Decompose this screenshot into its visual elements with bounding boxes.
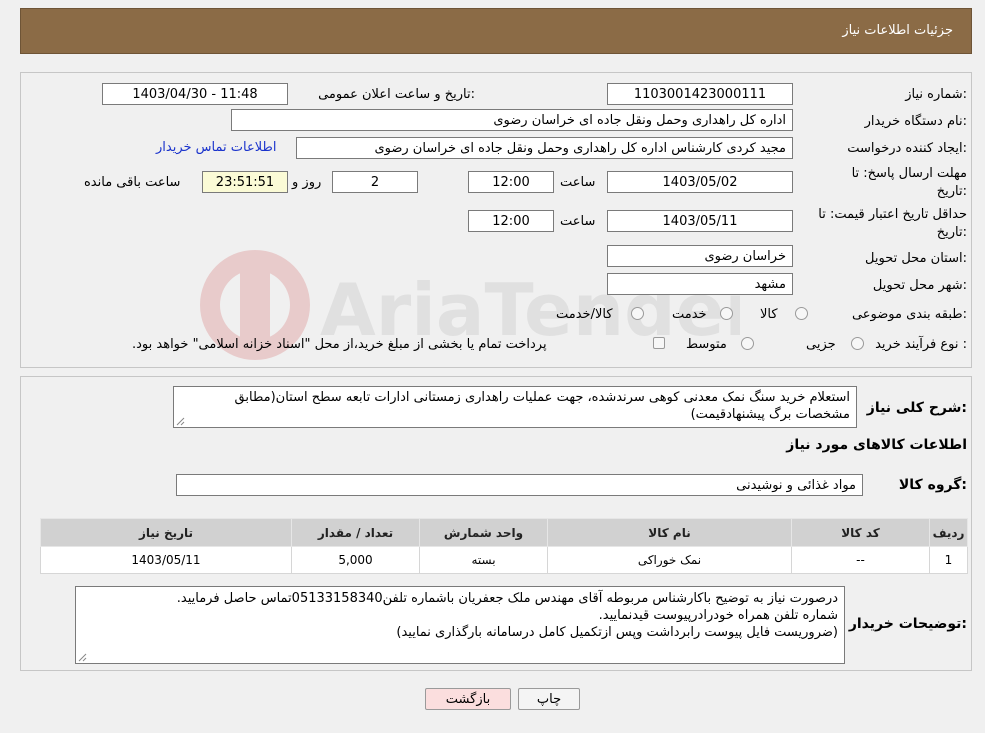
cell-code: --: [791, 546, 930, 574]
category-option-goods: کالا: [760, 307, 778, 322]
col-qty: تعداد / مقدار: [291, 518, 420, 547]
validity-label-line1: حداقل تاریخ اعتبار قیمت: تا: [818, 207, 967, 222]
category-radio-service[interactable]: [720, 307, 733, 320]
col-code: کد کالا: [791, 518, 930, 547]
resize-grip-icon[interactable]: [176, 417, 185, 426]
validity-time-label: ساعت: [560, 214, 596, 229]
deadline-label-line2: تاریخ:: [936, 184, 967, 199]
category-radio-goods-service[interactable]: [631, 307, 644, 320]
city-label: شهر محل تحویل:: [872, 278, 967, 293]
validity-time-field: 12:00: [468, 210, 554, 232]
announce-field: 1403/04/30 - 11:48: [102, 83, 288, 105]
province-field: خراسان رضوی: [607, 245, 793, 267]
buyer-notes-line-3: (ضروریست فایل پیوست رابرداشت وپس ازتکمیل…: [396, 625, 838, 640]
category-option-service: خدمت: [672, 307, 707, 322]
category-radio-goods[interactable]: [795, 307, 808, 320]
announce-label: تاریخ و ساعت اعلان عمومی:: [318, 87, 475, 102]
need-number-label: شماره نیاز:: [905, 87, 967, 102]
deadline-time-label: ساعت: [560, 175, 596, 190]
validity-date-field: 1403/05/11: [607, 210, 793, 232]
process-radio-minor[interactable]: [851, 337, 864, 350]
process-note: پرداخت تمام یا بخشی از مبلغ خرید،از محل …: [132, 337, 547, 352]
days-label: روز و: [292, 175, 322, 190]
category-label: طبقه بندی موضوعی:: [851, 307, 967, 322]
cell-name: نمک خوراکی: [547, 546, 792, 574]
need-number-field: 1103001423000111: [607, 83, 793, 105]
goods-table: ردیف کد کالا نام کالا واحد شمارش تعداد /…: [40, 518, 968, 574]
cell-unit: بسته: [419, 546, 548, 574]
creator-field: مجید کردی کارشناس اداره کل راهداری وحمل …: [296, 137, 793, 159]
deadline-label-line1: مهلت ارسال پاسخ: تا: [851, 166, 967, 181]
buyer-notes-label: توضیحات خریدار:: [848, 616, 967, 632]
city-field: مشهد: [607, 273, 793, 295]
buyer-notes-textarea[interactable]: درصورت نیاز به توضیح باکارشناس مربوطه آق…: [75, 586, 845, 664]
remaining-label: ساعت باقی مانده: [84, 175, 181, 190]
remaining-time-field: 23:51:51: [202, 171, 288, 193]
description-textarea[interactable]: استعلام خرید سنگ نمک معدنی کوهی سرندشده،…: [173, 386, 857, 428]
goods-group-field: مواد غذائی و نوشیدنی: [176, 474, 863, 496]
back-button[interactable]: بازگشت: [425, 688, 511, 710]
buyer-org-field: اداره کل راهداری وحمل ونقل جاده ای خراسا…: [231, 109, 793, 131]
goods-table-header-row: ردیف کد کالا نام کالا واحد شمارش تعداد /…: [40, 518, 968, 547]
table-row: 1 -- نمک خوراکی بسته 5,000 1403/05/11: [40, 546, 968, 574]
cell-qty: 5,000: [291, 546, 420, 574]
page-header: جزئیات اطلاعات نیاز: [20, 8, 972, 54]
description-label: شرح کلی نیاز:: [866, 400, 967, 416]
category-option-goods-service: کالا/خدمت: [556, 307, 613, 322]
resize-grip-icon[interactable]: [78, 653, 87, 662]
validity-label-line2: تاریخ:: [936, 225, 967, 240]
goods-section-title: اطلاعات کالاهای مورد نیاز: [786, 437, 967, 453]
process-label: نوع فرآیند خرید :: [875, 337, 967, 352]
col-row: ردیف: [929, 518, 968, 547]
col-date: تاریخ نیاز: [40, 518, 292, 547]
buyer-org-label: نام دستگاه خریدار:: [864, 114, 967, 129]
days-field: 2: [332, 171, 418, 193]
buyer-notes-line-2: شماره تلفن همراه خودرادرپیوست قیدنمایید.: [598, 608, 838, 623]
cell-date: 1403/05/11: [40, 546, 292, 574]
goods-group-label: گروه کالا:: [898, 477, 967, 493]
process-option-minor: جزیی: [806, 337, 836, 352]
cell-row: 1: [929, 546, 968, 574]
col-name: نام کالا: [547, 518, 792, 547]
col-unit: واحد شمارش: [419, 518, 548, 547]
process-radio-medium[interactable]: [741, 337, 754, 350]
buyer-contact-link[interactable]: اطلاعات تماس خریدار: [156, 140, 276, 155]
page-title: جزئیات اطلاعات نیاز: [842, 23, 953, 38]
deadline-time-field: 12:00: [468, 171, 554, 193]
province-label: استان محل تحویل:: [865, 251, 967, 266]
deadline-date-field: 1403/05/02: [607, 171, 793, 193]
process-option-medium: متوسط: [686, 337, 727, 352]
print-button[interactable]: چاپ: [518, 688, 580, 710]
description-text: استعلام خرید سنگ نمک معدنی کوهی سرندشده،…: [234, 390, 850, 422]
treasury-checkbox[interactable]: [653, 337, 665, 349]
creator-label: ایجاد کننده درخواست:: [847, 141, 967, 156]
buyer-notes-line-1: درصورت نیاز به توضیح باکارشناس مربوطه آق…: [176, 591, 838, 606]
